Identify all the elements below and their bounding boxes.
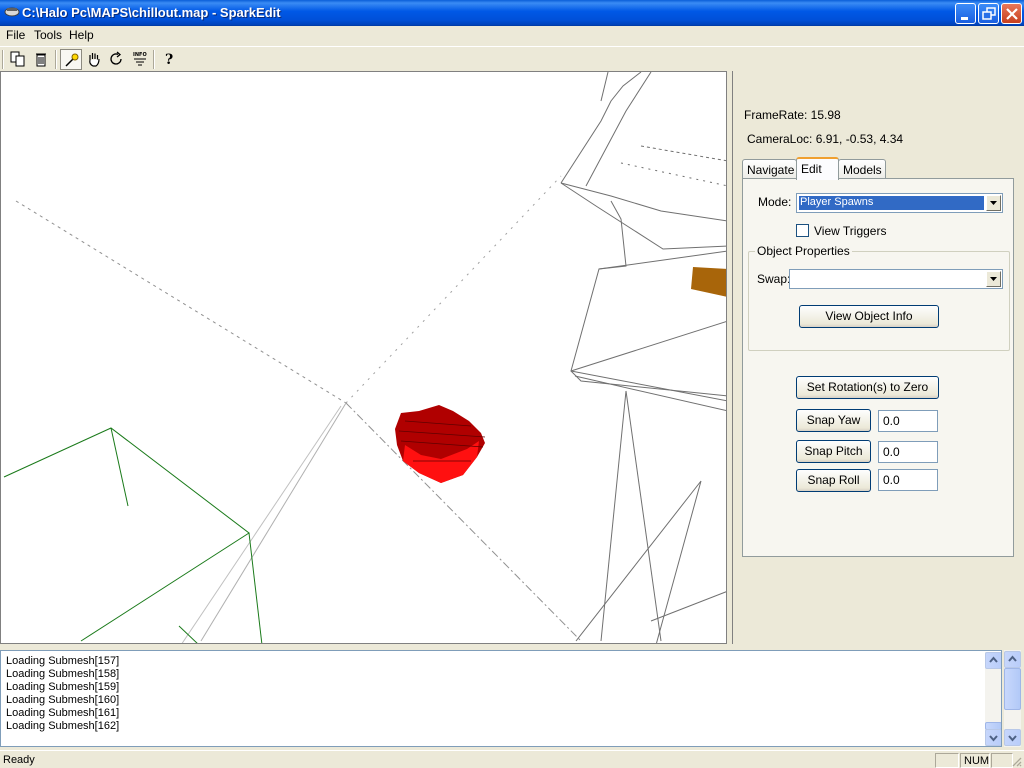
chevron-up-icon bbox=[1008, 655, 1017, 662]
mode-select[interactable]: Player Spawns bbox=[796, 193, 1003, 213]
close-icon bbox=[1006, 8, 1018, 20]
scroll-thumb[interactable] bbox=[1004, 668, 1021, 710]
log-line: Loading Submesh[159] bbox=[6, 681, 120, 693]
object-properties-title: Object Properties bbox=[755, 244, 852, 258]
toolbar: INFO ? bbox=[0, 46, 1024, 71]
swap-select[interactable] bbox=[789, 269, 1003, 289]
toolbar-grip bbox=[2, 50, 4, 69]
status-pane-caps bbox=[935, 753, 959, 768]
status-pane-num: NUM bbox=[960, 753, 990, 768]
restore-button[interactable] bbox=[978, 3, 999, 24]
toolbar-separator bbox=[55, 50, 57, 69]
copy-icon bbox=[10, 51, 25, 67]
tab-edit[interactable]: Edit bbox=[796, 157, 839, 180]
menu-file[interactable]: File bbox=[6, 28, 25, 42]
green-wireframe bbox=[3, 427, 263, 643]
scroll-down-button[interactable] bbox=[1004, 729, 1021, 746]
delete-button[interactable] bbox=[30, 49, 52, 70]
wireframe-edge bbox=[345, 175, 562, 404]
chevron-down-icon bbox=[989, 735, 998, 742]
log-output[interactable]: Loading Submesh[157] Loading Submesh[158… bbox=[0, 650, 1002, 747]
help-icon: ? bbox=[165, 52, 173, 67]
menu-bar: File Tools Help bbox=[0, 26, 1024, 45]
view-triggers-checkbox[interactable] bbox=[796, 224, 809, 237]
svg-text:INFO: INFO bbox=[133, 52, 147, 58]
status-text: Ready bbox=[3, 754, 35, 766]
minimize-button[interactable] bbox=[955, 3, 976, 24]
delete-icon bbox=[36, 53, 46, 67]
pan-hand-icon bbox=[89, 53, 100, 67]
window-title: C:\Halo Pc\MAPS\chillout.map - SparkEdit bbox=[22, 5, 281, 20]
toolbar-separator bbox=[153, 50, 155, 69]
log-line: Loading Submesh[157] bbox=[6, 655, 120, 667]
chevron-down-icon bbox=[1008, 735, 1017, 742]
object-properties-group: Object Properties bbox=[748, 244, 1010, 351]
rotate-tool-button[interactable] bbox=[106, 49, 128, 70]
close-button[interactable] bbox=[1001, 3, 1022, 24]
info-button[interactable]: INFO bbox=[129, 49, 151, 70]
camera-location-label: CameraLoc: 6.91, -0.53, 4.34 bbox=[747, 132, 904, 146]
select-tool-button[interactable] bbox=[60, 49, 82, 70]
minimize-icon bbox=[961, 17, 968, 20]
resize-grip-icon[interactable] bbox=[1010, 755, 1022, 767]
panel-tabs: Navigate Edit Models bbox=[742, 157, 1012, 180]
wireframe-edge bbox=[181, 405, 342, 643]
mode-select-value: Player Spawns bbox=[799, 196, 984, 210]
info-icon: INFO bbox=[133, 52, 147, 66]
snap-roll-field[interactable]: 0.0 bbox=[878, 469, 938, 491]
log-line: Loading Submesh[158] bbox=[6, 668, 120, 680]
view-triggers-label: View Triggers bbox=[814, 224, 887, 238]
chevron-up-icon bbox=[989, 656, 998, 663]
log-line: Loading Submesh[161] bbox=[6, 707, 120, 719]
log-line: Loading Submesh[162] bbox=[6, 720, 120, 732]
framerate-label: FrameRate: 15.98 bbox=[744, 108, 841, 122]
menu-help[interactable]: Help bbox=[69, 28, 94, 42]
mode-label: Mode: bbox=[758, 195, 792, 209]
status-bar: Ready NUM bbox=[0, 750, 1024, 768]
svg-text:?: ? bbox=[165, 52, 173, 67]
wireframe-edge bbox=[200, 402, 347, 642]
scroll-down-button[interactable] bbox=[985, 729, 1001, 746]
snap-yaw-field[interactable]: 0.0 bbox=[878, 410, 938, 432]
title-bar[interactable]: C:\Halo Pc\MAPS\chillout.map - SparkEdit bbox=[0, 0, 1024, 26]
swap-select-value bbox=[792, 272, 984, 286]
snap-pitch-field[interactable]: 0.0 bbox=[878, 441, 938, 463]
map-wireframe[interactable] bbox=[1, 72, 727, 644]
tab-navigate[interactable]: Navigate bbox=[742, 159, 797, 179]
restore-icon bbox=[982, 7, 996, 20]
log-line: Loading Submesh[160] bbox=[6, 694, 120, 706]
app-icon bbox=[4, 7, 20, 17]
3d-viewport[interactable] bbox=[0, 71, 727, 644]
scroll-up-button[interactable] bbox=[985, 652, 1001, 669]
swap-label: Swap: bbox=[757, 272, 791, 286]
copy-button[interactable] bbox=[7, 49, 29, 70]
pan-tool-button[interactable] bbox=[83, 49, 105, 70]
set-rotation-zero-button[interactable]: Set Rotation(s) to Zero bbox=[796, 376, 939, 399]
menu-tools[interactable]: Tools bbox=[34, 28, 62, 42]
wireframe-edge bbox=[15, 200, 347, 404]
select-icon bbox=[65, 53, 79, 67]
wireframe-structure bbox=[560, 72, 726, 643]
brown-block bbox=[691, 267, 726, 297]
log-outer-scrollbar[interactable] bbox=[1004, 650, 1021, 747]
view-object-info-button[interactable]: View Object Info bbox=[799, 305, 939, 328]
log-inner-scrollbar[interactable] bbox=[985, 652, 1001, 746]
scroll-up-button[interactable] bbox=[1004, 651, 1021, 668]
help-button[interactable]: ? bbox=[158, 49, 180, 70]
snap-pitch-button[interactable]: Snap Pitch bbox=[796, 440, 871, 463]
mode-dropdown-button[interactable] bbox=[986, 195, 1001, 211]
tab-models[interactable]: Models bbox=[838, 159, 886, 179]
chevron-down-icon bbox=[990, 277, 997, 281]
rotate-icon bbox=[110, 51, 122, 65]
snap-roll-button[interactable]: Snap Roll bbox=[796, 469, 871, 492]
chevron-down-icon bbox=[990, 201, 997, 205]
snap-yaw-button[interactable]: Snap Yaw bbox=[796, 409, 871, 432]
player-spawn-marker[interactable] bbox=[395, 405, 486, 483]
swap-dropdown-button[interactable] bbox=[986, 271, 1001, 287]
